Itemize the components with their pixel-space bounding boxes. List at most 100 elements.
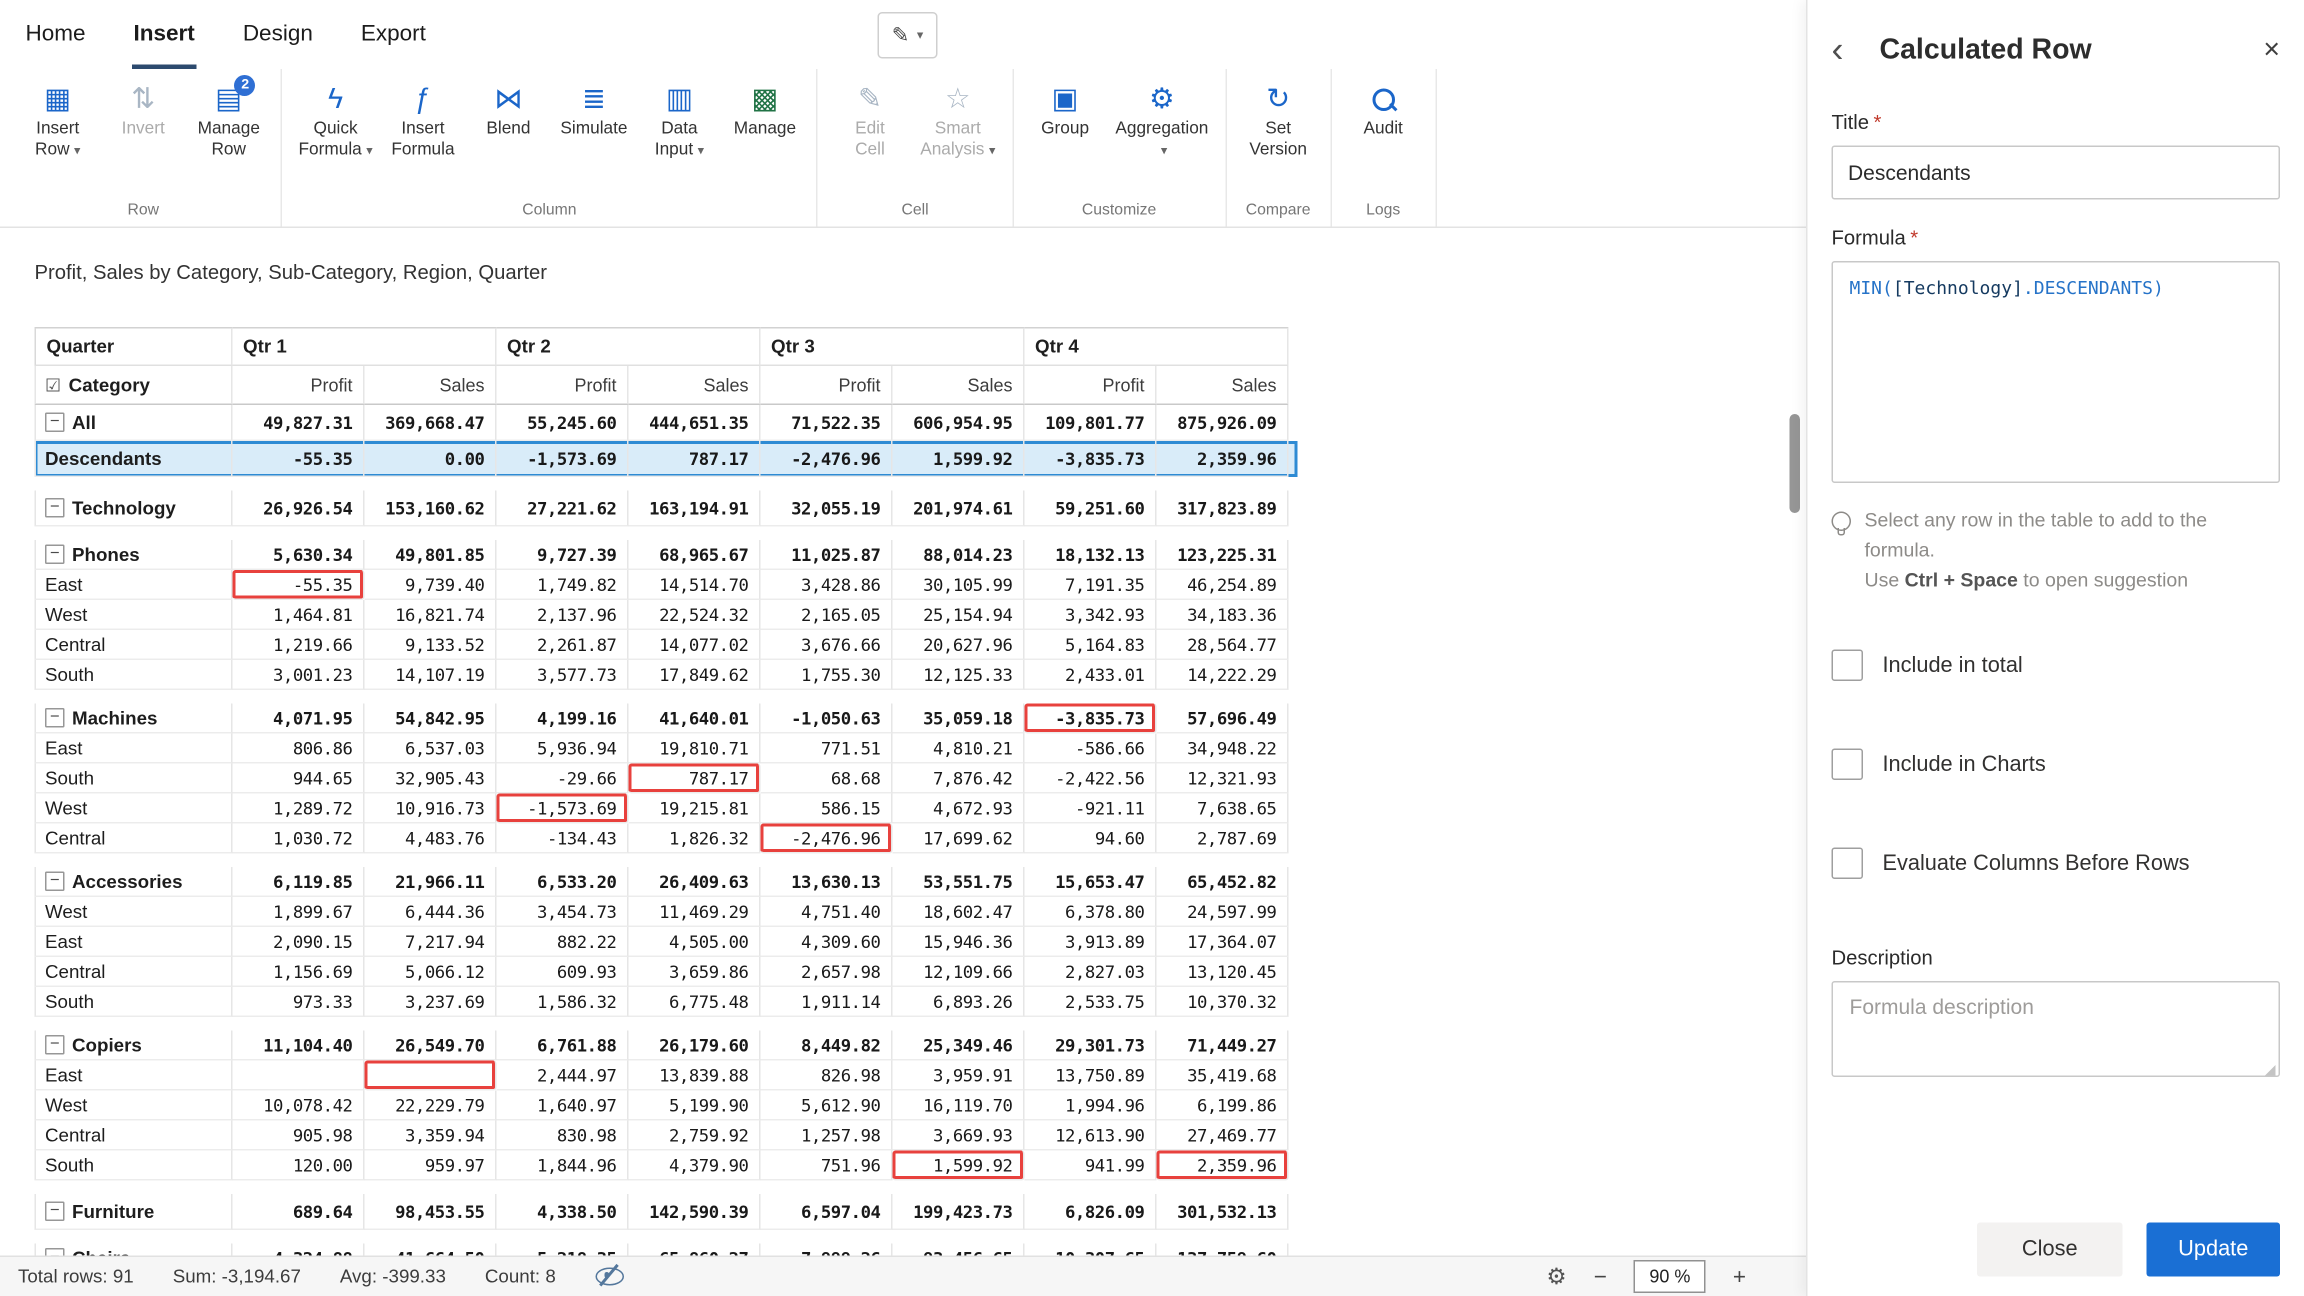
value-cell[interactable]: -1,573.69 — [497, 441, 629, 477]
value-cell[interactable]: 301,532.13 — [1157, 1194, 1289, 1230]
table-row-technology[interactable]: −Technology26,926.54153,160.6227,221.621… — [35, 491, 1298, 527]
value-cell[interactable]: 7,191.35 — [1025, 570, 1157, 600]
value-cell[interactable]: -586.66 — [1025, 734, 1157, 764]
value-cell[interactable]: 7,638.65 — [1157, 794, 1289, 824]
value-cell[interactable]: 1,599.92 — [893, 1151, 1025, 1181]
value-cell[interactable]: 34,948.22 — [1157, 734, 1289, 764]
value-cell[interactable]: 3,669.93 — [893, 1121, 1025, 1151]
value-cell[interactable]: 7,217.94 — [365, 927, 497, 957]
value-cell[interactable]: 10,078.42 — [233, 1091, 365, 1121]
value-cell[interactable]: 11,025.87 — [761, 540, 893, 570]
value-cell[interactable]: 11,469.29 — [629, 897, 761, 927]
quarter-column-qtr-4[interactable]: Qtr 4 — [1025, 327, 1289, 366]
quarter-column-qtr-2[interactable]: Qtr 2 — [497, 327, 761, 366]
value-cell[interactable]: 787.17 — [629, 764, 761, 794]
tab-design[interactable]: Design — [241, 0, 314, 69]
value-cell[interactable]: 199,423.73 — [893, 1194, 1025, 1230]
value-cell[interactable]: 5,164.83 — [1025, 630, 1157, 660]
value-cell[interactable]: 586.15 — [761, 794, 893, 824]
table-row-south[interactable]: South120.00959.971,844.964,379.90751.961… — [35, 1151, 1298, 1181]
value-cell[interactable]: 830.98 — [497, 1121, 629, 1151]
measure-header-profit[interactable]: Profit — [233, 366, 365, 405]
ribbon-button-edit-cell[interactable]: ✎EditCell — [829, 72, 912, 164]
checkbox-evaluate-columns-before-rows[interactable]: Evaluate Columns Before Rows — [1832, 848, 2281, 880]
value-cell[interactable]: 1,156.69 — [233, 957, 365, 987]
value-cell[interactable]: 28,564.77 — [1157, 630, 1289, 660]
table-row-machines[interactable]: −Machines4,071.9554,842.954,199.1641,640… — [35, 704, 1298, 734]
value-cell[interactable]: 5,199.90 — [629, 1091, 761, 1121]
value-cell[interactable]: 1,899.67 — [233, 897, 365, 927]
measure-header-sales[interactable]: Sales — [1157, 366, 1289, 405]
value-cell[interactable]: 1,911.14 — [761, 987, 893, 1017]
value-cell[interactable]: 941.99 — [1025, 1151, 1157, 1181]
value-cell[interactable]: -2,422.56 — [1025, 764, 1157, 794]
value-cell[interactable]: 29,301.73 — [1025, 1031, 1157, 1061]
value-cell[interactable]: 14,077.02 — [629, 630, 761, 660]
table-row-central[interactable]: Central905.983,359.94830.982,759.921,257… — [35, 1121, 1298, 1151]
close-icon[interactable]: × — [2263, 35, 2280, 68]
value-cell[interactable]: 54,842.95 — [365, 704, 497, 734]
value-cell[interactable]: 6,893.26 — [893, 987, 1025, 1017]
value-cell[interactable]: 1,844.96 — [497, 1151, 629, 1181]
collapse-icon[interactable]: − — [45, 1202, 65, 1222]
value-cell[interactable]: 34,183.36 — [1157, 600, 1289, 630]
table-row-east[interactable]: East2,090.157,217.94882.224,505.004,309.… — [35, 927, 1298, 957]
value-cell[interactable]: 3,676.66 — [761, 630, 893, 660]
value-cell[interactable]: 55,245.60 — [497, 405, 629, 441]
value-cell[interactable]: 2,261.87 — [497, 630, 629, 660]
value-cell[interactable]: 959.97 — [365, 1151, 497, 1181]
value-cell[interactable]: -921.11 — [1025, 794, 1157, 824]
value-cell[interactable]: 142,590.39 — [629, 1194, 761, 1230]
value-cell[interactable]: 57,696.49 — [1157, 704, 1289, 734]
value-cell[interactable]: 46,254.89 — [1157, 570, 1289, 600]
table-row-chairs[interactable]: −Chairs4,324.8841,664.505,218.3565,860.2… — [35, 1244, 1298, 1256]
checkbox-box[interactable] — [1832, 749, 1864, 781]
value-cell[interactable]: 13,750.89 — [1025, 1061, 1157, 1091]
value-cell[interactable]: 35,419.68 — [1157, 1061, 1289, 1091]
value-cell[interactable]: -55.35 — [233, 441, 365, 477]
table-row-west[interactable]: West1,289.7210,916.73-1,573.6919,215.815… — [35, 794, 1298, 824]
value-cell[interactable]: 5,630.34 — [233, 540, 365, 570]
table-row-phones[interactable]: −Phones5,630.3449,801.859,727.3968,965.6… — [35, 540, 1298, 570]
value-cell[interactable]: 6,775.48 — [629, 987, 761, 1017]
value-cell[interactable]: 2,137.96 — [497, 600, 629, 630]
value-cell[interactable]: 1,219.66 — [233, 630, 365, 660]
value-cell[interactable]: 3,959.91 — [893, 1061, 1025, 1091]
value-cell[interactable]: 5,066.12 — [365, 957, 497, 987]
back-chevron-icon[interactable]: ‹ — [1832, 33, 1871, 69]
value-cell[interactable]: 98,453.55 — [365, 1194, 497, 1230]
value-cell[interactable]: 4,309.60 — [761, 927, 893, 957]
value-cell[interactable]: 4,379.90 — [629, 1151, 761, 1181]
value-cell[interactable]: 12,613.90 — [1025, 1121, 1157, 1151]
value-cell[interactable]: 3,237.69 — [365, 987, 497, 1017]
value-cell[interactable]: 444,651.35 — [629, 405, 761, 441]
ribbon-button-set-version[interactable]: ↻SetVersion — [1237, 72, 1320, 164]
tab-insert[interactable]: Insert — [132, 0, 196, 69]
tab-home[interactable]: Home — [24, 0, 87, 69]
value-cell[interactable]: 4,199.16 — [497, 704, 629, 734]
value-cell[interactable]: 6,761.88 — [497, 1031, 629, 1061]
table-row-west[interactable]: West1,464.8116,821.742,137.9622,524.322,… — [35, 600, 1298, 630]
value-cell[interactable]: 153,160.62 — [365, 491, 497, 527]
update-button[interactable]: Update — [2147, 1223, 2281, 1277]
value-cell[interactable]: 7,999.26 — [761, 1244, 893, 1256]
ribbon-button-audit[interactable]: Audit — [1342, 72, 1425, 144]
table-row-south[interactable]: South973.333,237.691,586.326,775.481,911… — [35, 987, 1298, 1017]
vertical-scrollbar[interactable] — [1790, 414, 1801, 513]
value-cell[interactable]: 26,549.70 — [365, 1031, 497, 1061]
value-cell[interactable] — [365, 1061, 497, 1091]
value-cell[interactable]: 3,913.89 — [1025, 927, 1157, 957]
zoom-out-button[interactable]: − — [1594, 1264, 1607, 1290]
value-cell[interactable]: 4,810.21 — [893, 734, 1025, 764]
value-cell[interactable]: 1,030.72 — [233, 824, 365, 854]
value-cell[interactable]: 14,514.70 — [629, 570, 761, 600]
value-cell[interactable]: 6,199.86 — [1157, 1091, 1289, 1121]
value-cell[interactable]: 12,321.93 — [1157, 764, 1289, 794]
zoom-level-input[interactable]: 90 % — [1634, 1260, 1706, 1293]
formula-input[interactable]: MIN([Technology].DESCENDANTS) — [1832, 261, 2281, 483]
ribbon-button-smart-analysis[interactable]: ☆SmartAnalysis▾ — [914, 72, 1001, 164]
measure-header-profit[interactable]: Profit — [497, 366, 629, 405]
value-cell[interactable]: 94.60 — [1025, 824, 1157, 854]
value-cell[interactable]: 41,640.01 — [629, 704, 761, 734]
value-cell[interactable]: 19,810.71 — [629, 734, 761, 764]
